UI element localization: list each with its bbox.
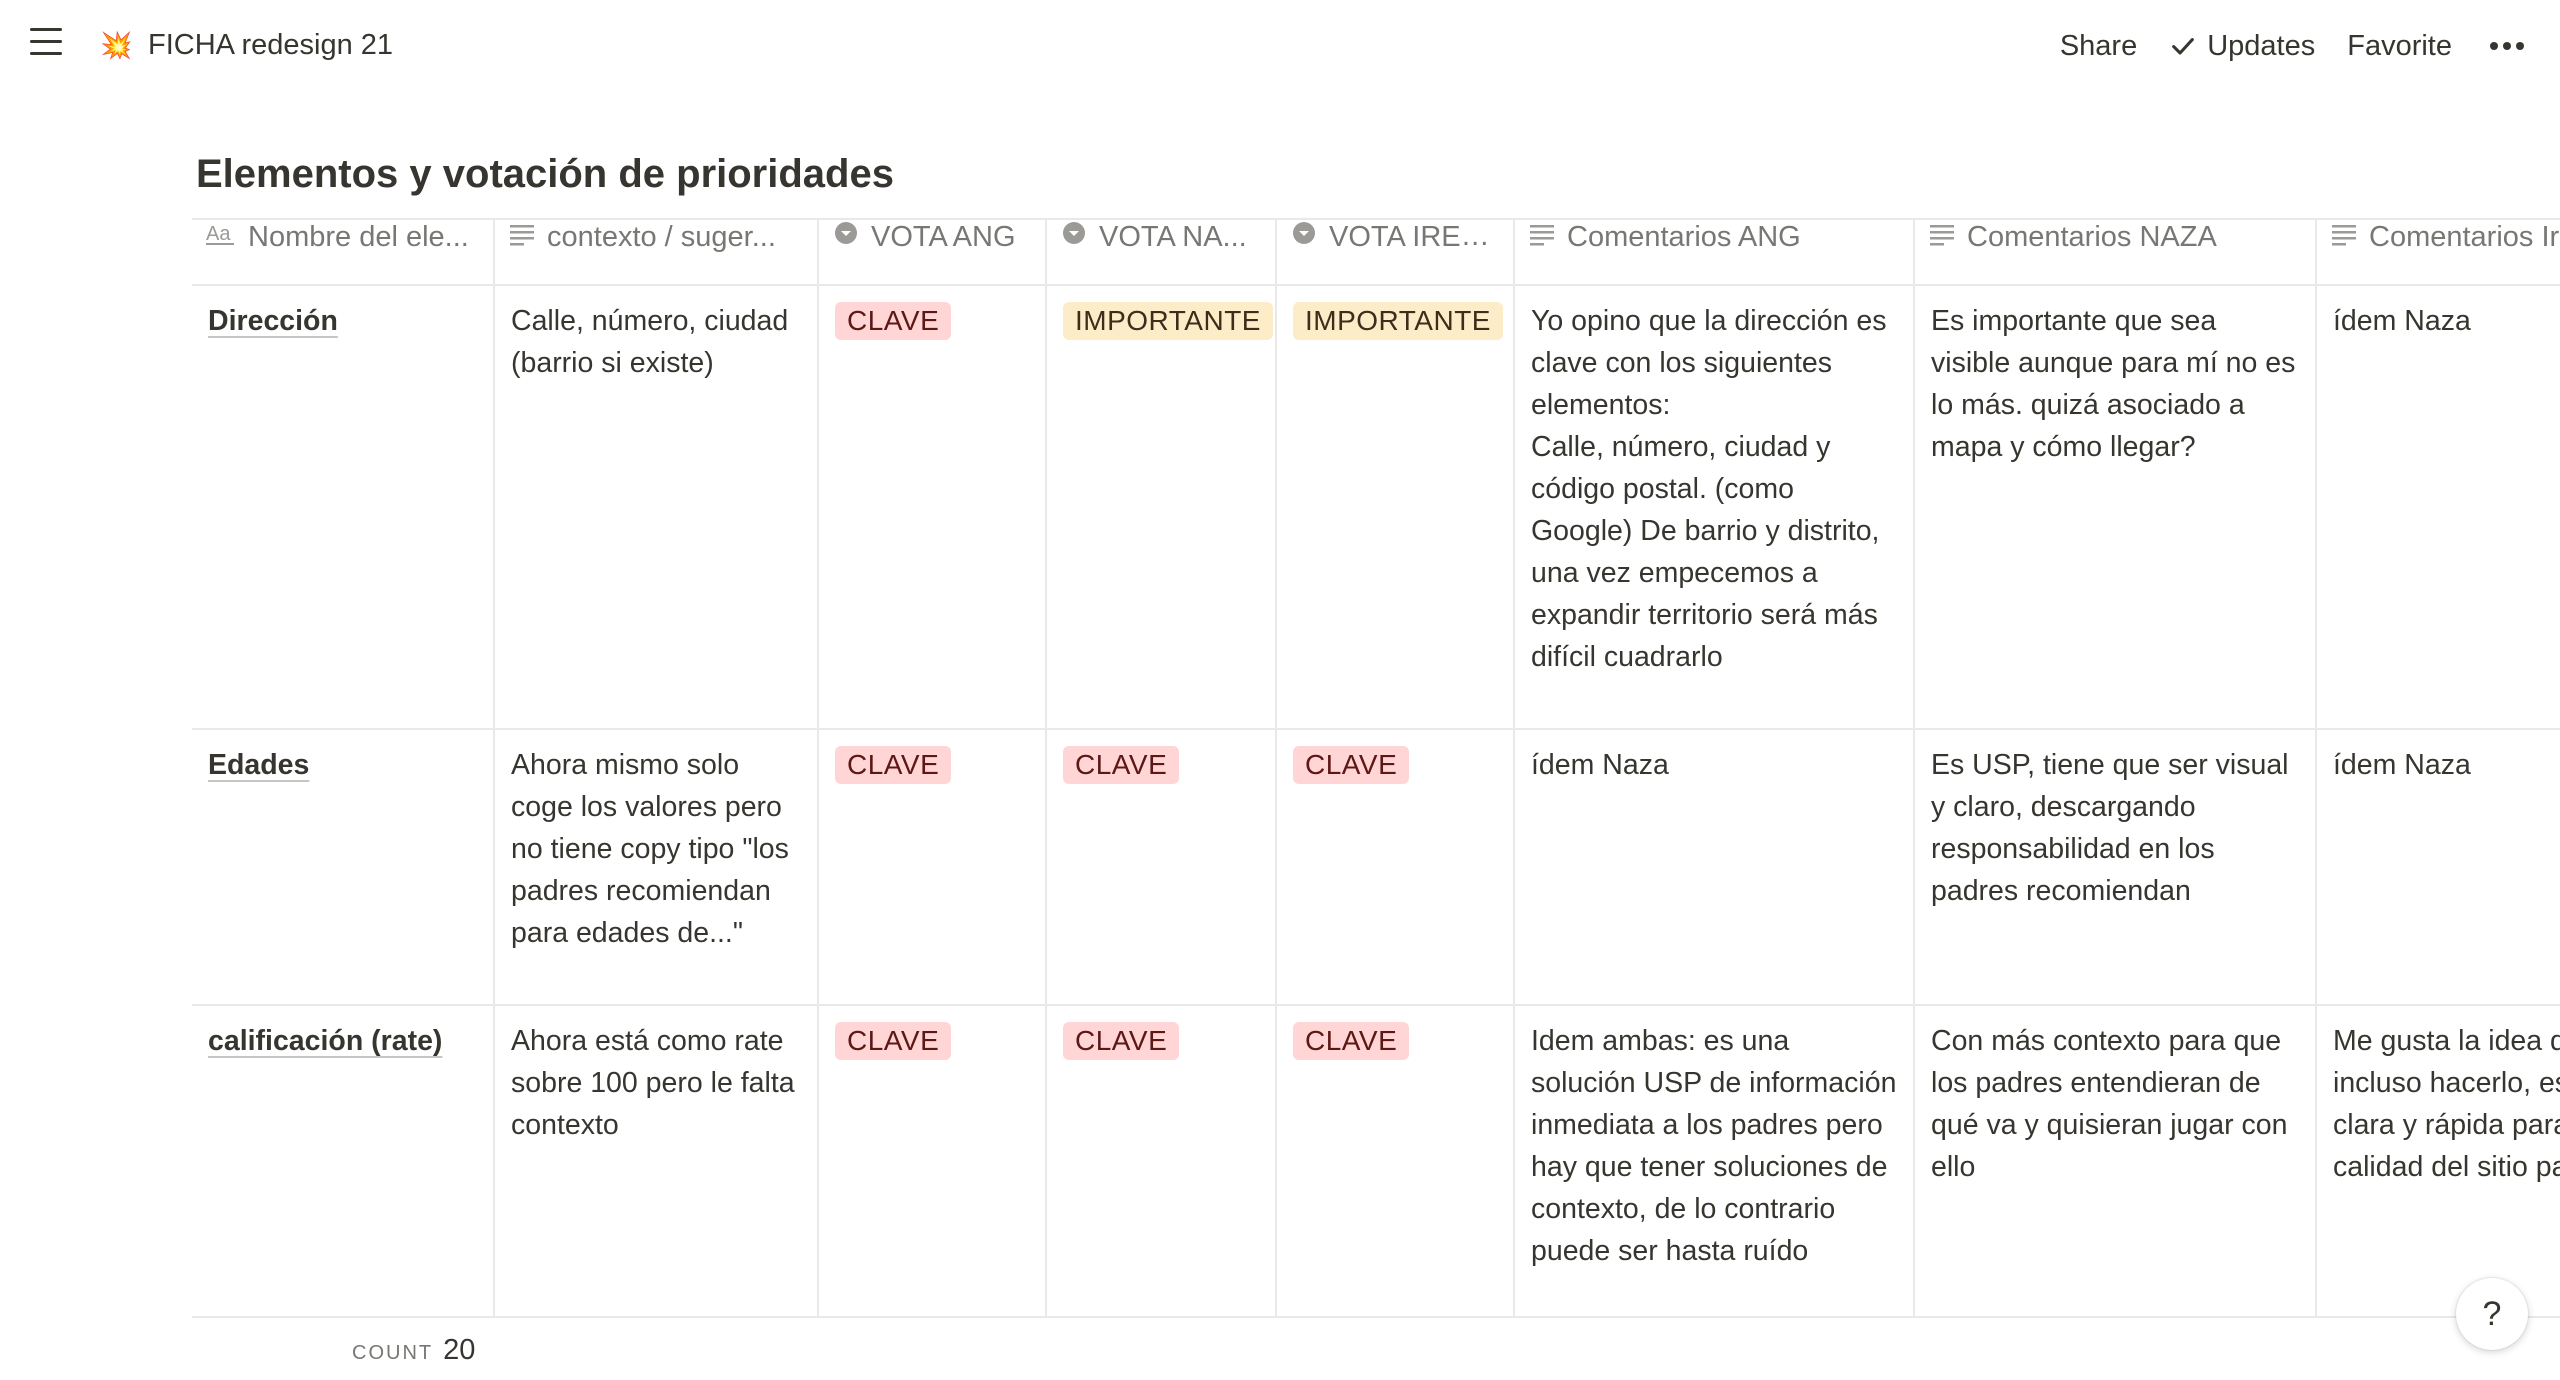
- column-header-vota-irene[interactable]: VOTA IRENE: [1276, 218, 1515, 286]
- favorite-button[interactable]: Favorite: [2347, 30, 2452, 63]
- cell-vota-naza[interactable]: IMPORTANTE: [1046, 285, 1277, 730]
- vote-tag: CLAVE: [1063, 1022, 1180, 1060]
- cell-comentarios-naza[interactable]: Es USP, tiene que ser visual y claro, de…: [1914, 729, 2317, 1006]
- table-row: Edades Ahora mismo solo coge los valores…: [192, 729, 2560, 1006]
- share-button[interactable]: Share: [2060, 30, 2137, 63]
- table-row: calificación (rate) Ahora está como rate…: [192, 1005, 2560, 1318]
- vote-tag: CLAVE: [1293, 1022, 1410, 1060]
- text-property-icon: [2331, 221, 2357, 254]
- text-property-icon: [1929, 221, 1955, 254]
- cell-nombre[interactable]: Dirección: [192, 285, 495, 730]
- column-header-label: Comentarios Ir: [2369, 220, 2560, 253]
- cell-nombre[interactable]: calificación (rate): [192, 1005, 495, 1318]
- database-table-view: Aa Nombre del ele... contexto / suger...…: [192, 218, 2560, 1318]
- column-header-contexto[interactable]: contexto / suger...: [494, 218, 819, 286]
- count-footer[interactable]: COUNT 20: [352, 1334, 475, 1367]
- row-title-link[interactable]: calificación (rate): [208, 1025, 442, 1057]
- row-title-link[interactable]: Dirección: [208, 305, 338, 337]
- cell-comentarios-irene[interactable]: ídem Naza: [2316, 285, 2560, 730]
- row-title-link[interactable]: Edades: [208, 749, 309, 781]
- cell-comentarios-ang[interactable]: ídem Naza: [1514, 729, 1915, 1006]
- vote-tag: CLAVE: [835, 1022, 952, 1060]
- vote-tag: CLAVE: [1063, 746, 1180, 784]
- select-property-icon: [1291, 221, 1317, 254]
- cell-comentarios-irene[interactable]: Me gusta la idea de contexto, pero inclu…: [2316, 1005, 2560, 1318]
- title-property-icon: Aa: [206, 221, 236, 254]
- database-table: Aa Nombre del ele... contexto / suger...…: [192, 218, 2560, 1318]
- cell-vota-ang[interactable]: CLAVE: [818, 285, 1047, 730]
- cell-nombre[interactable]: Edades: [192, 729, 495, 1006]
- vote-tag: IMPORTANTE: [1293, 302, 1503, 340]
- cell-contexto[interactable]: Ahora está como rate sobre 100 pero le f…: [494, 1005, 819, 1318]
- cell-comentarios-ang[interactable]: Idem ambas: es una solución USP de infor…: [1514, 1005, 1915, 1318]
- database-title[interactable]: Elementos y votación de prioridades: [196, 148, 894, 200]
- column-header-comentarios-naza[interactable]: Comentarios NAZA: [1914, 218, 2317, 286]
- column-header-label: Comentarios NAZA: [1967, 220, 2217, 253]
- vote-tag: IMPORTANTE: [1063, 302, 1273, 340]
- breadcrumb-page-title[interactable]: FICHA redesign 21: [148, 27, 393, 63]
- column-header-nombre[interactable]: Aa Nombre del ele...: [192, 218, 495, 286]
- top-bar: 💥 FICHA redesign 21 Share Updates Favori…: [0, 0, 2560, 92]
- column-header-vota-naza[interactable]: VOTA NA...: [1046, 218, 1277, 286]
- cell-contexto[interactable]: Calle, número, ciudad (barrio si existe): [494, 285, 819, 730]
- column-header-comentarios-irene[interactable]: Comentarios Ir: [2316, 218, 2560, 286]
- table-header-row: Aa Nombre del ele... contexto / suger...…: [192, 218, 2560, 286]
- column-header-label: VOTA ANG: [871, 220, 1016, 253]
- text-property-icon: [1529, 221, 1555, 254]
- column-header-label: Nombre del ele...: [248, 220, 469, 253]
- cell-contexto[interactable]: Ahora mismo solo coge los valores pero n…: [494, 729, 819, 1006]
- cell-comentarios-naza[interactable]: Es importante que sea visible aunque par…: [1914, 285, 2317, 730]
- column-header-label: VOTA NA...: [1099, 220, 1247, 253]
- select-property-icon: [833, 221, 859, 254]
- updates-label: Updates: [2207, 29, 2316, 62]
- cell-comentarios-naza[interactable]: Con más contexto para que los padres ent…: [1914, 1005, 2317, 1318]
- cell-vota-irene[interactable]: CLAVE: [1276, 1005, 1515, 1318]
- count-label: COUNT: [352, 1342, 434, 1364]
- check-icon: [2172, 38, 2195, 55]
- cell-comentarios-irene[interactable]: ídem Naza: [2316, 729, 2560, 1006]
- column-header-vota-ang[interactable]: VOTA ANG: [818, 218, 1047, 286]
- count-value: 20: [443, 1334, 476, 1366]
- cell-vota-ang[interactable]: CLAVE: [818, 729, 1047, 1006]
- share-label: Share: [2059, 29, 2138, 62]
- column-header-label: VOTA IRENE: [1329, 220, 1501, 253]
- sidebar-menu-icon[interactable]: [30, 28, 64, 62]
- column-header-comentarios-ang[interactable]: Comentarios ANG: [1514, 218, 1915, 286]
- vote-tag: CLAVE: [835, 746, 952, 784]
- cell-vota-naza[interactable]: CLAVE: [1046, 729, 1277, 1006]
- page-emoji-icon: 💥: [100, 30, 133, 60]
- column-header-label: contexto / suger...: [547, 220, 776, 253]
- cell-comentarios-ang[interactable]: Yo opino que la dirección es clave con l…: [1514, 285, 1915, 730]
- select-property-icon: [1061, 221, 1087, 254]
- topbar-actions: Share Updates Favorite: [2060, 24, 2530, 68]
- table-row: Dirección Calle, número, ciudad (barrio …: [192, 285, 2560, 730]
- vote-tag: CLAVE: [835, 302, 952, 340]
- cell-vota-irene[interactable]: CLAVE: [1276, 729, 1515, 1006]
- more-options-icon[interactable]: [2484, 42, 2530, 50]
- help-button[interactable]: ?: [2456, 1278, 2528, 1350]
- cell-vota-irene[interactable]: IMPORTANTE: [1276, 285, 1515, 730]
- favorite-label: Favorite: [2347, 29, 2452, 62]
- cell-vota-naza[interactable]: CLAVE: [1046, 1005, 1277, 1318]
- help-icon: ?: [2482, 1294, 2502, 1333]
- svg-text:Aa: Aa: [206, 223, 231, 245]
- cell-vota-ang[interactable]: CLAVE: [818, 1005, 1047, 1318]
- column-header-label: Comentarios ANG: [1567, 220, 1801, 253]
- vote-tag: CLAVE: [1293, 746, 1410, 784]
- text-property-icon: [509, 221, 535, 254]
- updates-button[interactable]: Updates: [2169, 30, 2315, 63]
